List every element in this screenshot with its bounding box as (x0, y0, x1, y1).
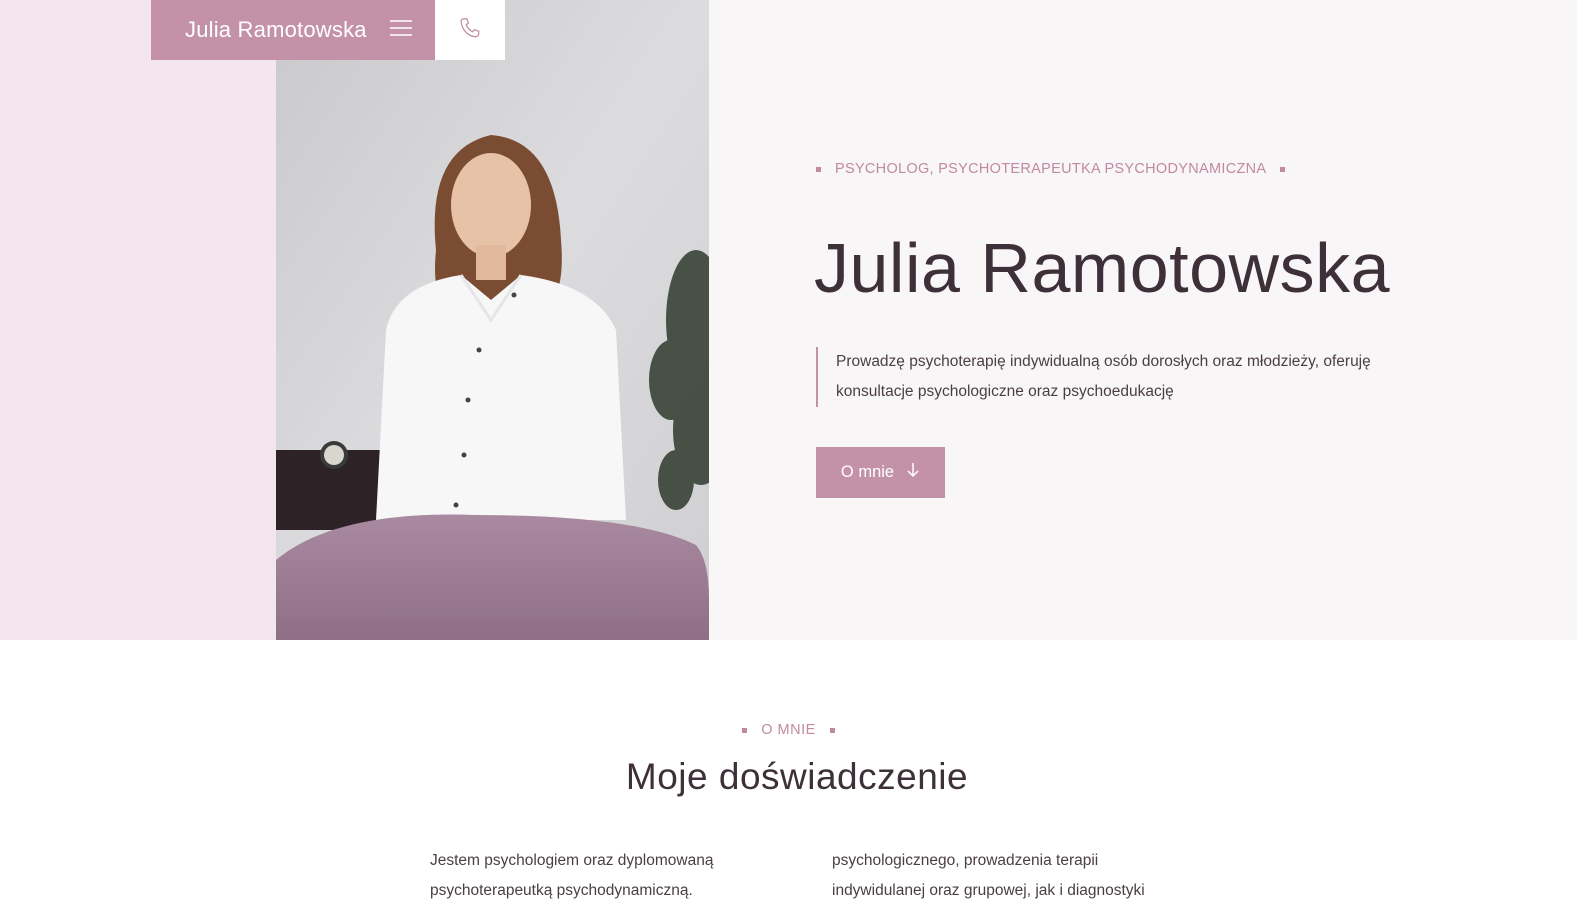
about-me-button[interactable]: O mnie (816, 447, 945, 498)
hero-eyebrow: PSYCHOLOG, PSYCHOTERAPEUTKA PSYCHODYNAMI… (816, 161, 1286, 177)
brand-name: Julia Ramotowska (185, 17, 367, 42)
about-col2-line2: indywidulanej oraz grupowej, jak i diagn… (832, 882, 1145, 899)
phone-button[interactable] (435, 0, 505, 60)
about-eyebrow: O MNIE (0, 722, 1577, 738)
about-eyebrow-text: O MNIE (761, 722, 816, 738)
square-bullet-icon (829, 727, 835, 733)
about-col1-line2: psychoterapeutką psychodynamiczną. (430, 882, 693, 899)
about-col1-line1: Jestem psychologiem oraz dyplomowaną (430, 852, 714, 869)
brand-menu-button[interactable]: Julia Ramotowska (151, 0, 435, 60)
square-bullet-icon (816, 166, 821, 172)
square-bullet-icon (742, 727, 748, 733)
about-me-button-label: O mnie (840, 463, 895, 481)
portrait-photo (276, 0, 709, 640)
hero-section: PSYCHOLOG, PSYCHOTERAPEUTKA PSYCHODYNAMI… (0, 0, 1577, 640)
about-section: O MNIE Moje doświadczenie Jestem psychol… (0, 640, 1577, 910)
about-col2-line1: psychologicznego, prowadzenia terapii (832, 852, 1099, 869)
about-text-column-1: Jestem psychologiem oraz dyplomowaną psy… (430, 846, 760, 906)
hamburger-menu-icon[interactable] (389, 19, 413, 42)
top-navbar: Julia Ramotowska (151, 0, 505, 60)
arrow-down-icon (906, 462, 920, 483)
about-text-column-2: psychologicznego, prowadzenia terapii in… (832, 846, 1192, 906)
about-title: Moje doświadczenie (625, 756, 969, 797)
hero-description: Prowadzę psychoterapię indywidualną osób… (816, 347, 1416, 407)
phone-icon (457, 15, 483, 46)
hero-left-band (0, 0, 276, 640)
square-bullet-icon (1280, 166, 1286, 172)
hero-title: Julia Ramotowska (814, 229, 1390, 307)
hero-eyebrow-text: PSYCHOLOG, PSYCHOTERAPEUTKA PSYCHODYNAMI… (835, 161, 1267, 177)
